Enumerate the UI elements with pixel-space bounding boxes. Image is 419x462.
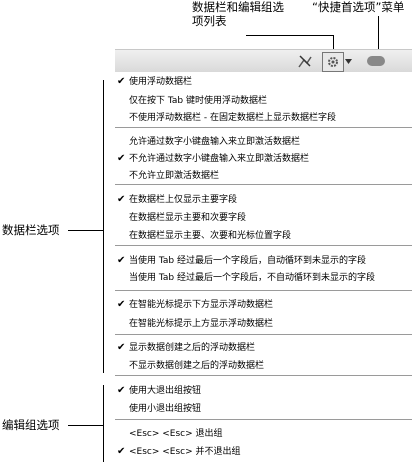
menu-separator — [115, 184, 412, 185]
menu-separator — [115, 419, 412, 420]
check-icon: ✔ — [117, 446, 126, 457]
menu-item-small-exit-group-button[interactable]: 使用小退出组按钮 — [129, 403, 201, 415]
toolbar — [115, 49, 412, 73]
gear-icon[interactable] — [322, 52, 344, 72]
leader-line-datasheet-options — [68, 230, 104, 231]
check-icon: ✔ — [117, 385, 126, 396]
check-icon: ✔ — [117, 194, 126, 205]
menu-item-disallow-numpad-activate[interactable]: 不允许通过数字小键盘输入来立即激活数据栏 — [129, 153, 309, 165]
menu-item-tab-cycle-hidden[interactable]: 当使用 Tab 经过最后一个字段后，自动循环到未显示的字段 — [129, 255, 366, 267]
menu-item-large-exit-group-button[interactable]: 使用大退出组按钮 — [129, 385, 201, 397]
menu-item-floating-on-tab[interactable]: 仅在按下 Tab 键时使用浮动数据栏 — [129, 95, 267, 107]
menu-item-floating-above-smart-cursor[interactable]: 在智能光标提示上方显示浮动数据栏 — [129, 318, 273, 330]
menu-item-tab-no-cycle-hidden[interactable]: 当使用 Tab 经过最后一个字段后，不自动循环到未显示的字段 — [129, 272, 375, 284]
check-icon: ✔ — [117, 342, 126, 353]
menu-item-disallow-immediate-activate[interactable]: 不允许立即激活数据栏 — [129, 170, 219, 182]
dropdown-arrow-icon[interactable] — [343, 52, 353, 70]
check-icon: ✔ — [117, 255, 126, 266]
callout-datasheet-list-line2: 项列表 — [192, 14, 227, 28]
check-icon: ✔ — [117, 153, 126, 164]
menu-pill-icon[interactable] — [365, 52, 387, 70]
menu-separator — [115, 375, 412, 376]
callout-edit-group-options: 编辑组选项 — [2, 418, 60, 432]
menu-item-hide-after-create[interactable]: 不显示数据创建之后的浮动数据栏 — [129, 360, 264, 372]
menu-item-show-primary-secondary-cursor[interactable]: 在数据栏显示主要、次要和光标位置字段 — [129, 230, 291, 242]
leader-line-edit-group — [68, 425, 104, 426]
bracket-datasheet-options — [103, 80, 104, 373]
menu-item-esc-esc-exit-group[interactable]: <Esc> <Esc> 退出组 — [129, 428, 223, 440]
menu-item-use-floating-datasheet[interactable]: 使用浮动数据栏 — [129, 76, 192, 88]
menu-separator — [115, 334, 412, 335]
menu-item-show-primary-fields[interactable]: 在数据栏上仅显示主要字段 — [129, 194, 237, 206]
bracket-edit-group-options — [103, 385, 104, 462]
menu-item-allow-numpad-activate[interactable]: 允许通过数字小键盘输入来立即激活数据栏 — [129, 136, 300, 148]
callout-quick-prefs: “快捷首选项”菜单 — [312, 0, 405, 14]
menu-separator — [115, 290, 412, 291]
check-icon: ✔ — [117, 299, 126, 310]
menu-separator — [115, 127, 412, 128]
callout-datasheet-options: 数据栏选项 — [2, 223, 60, 237]
menu-separator — [115, 245, 412, 246]
check-icon: ✔ — [117, 76, 126, 87]
menu-item-floating-below-smart-cursor[interactable]: 在智能光标提示下方显示浮动数据栏 — [129, 299, 273, 311]
menu-item-esc-esc-no-exit-group[interactable]: <Esc> <Esc> 并不退出组 — [129, 446, 241, 458]
menu-item-no-floating[interactable]: 不使用浮动数据栏 - 在固定数据栏上显示数据栏字段 — [129, 112, 336, 124]
datasheet-crossed-icon[interactable] — [295, 52, 315, 70]
leader-line-quick — [378, 16, 379, 52]
leader-line-h — [246, 35, 334, 36]
callout-datasheet-list-line1: 数据栏和编辑组选 — [192, 0, 284, 14]
menu-item-show-primary-secondary[interactable]: 在数据栏显示主要和次要字段 — [129, 212, 246, 224]
menu-item-show-after-create[interactable]: 显示数据创建之后的浮动数据栏 — [129, 342, 255, 354]
